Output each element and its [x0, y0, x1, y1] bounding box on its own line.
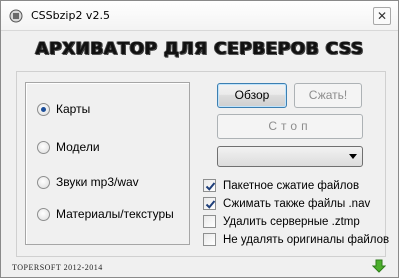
radio-models[interactable]: Модели — [37, 139, 100, 155]
checkbox-keep-originals[interactable]: Не удалять оригиналы файлов — [203, 232, 389, 247]
checkmark-icon — [205, 182, 216, 191]
radio-materials[interactable]: Материалы/текстуры — [37, 206, 174, 222]
title-bar[interactable]: CSSbzip2 v2.5 ✕ — [1, 1, 398, 31]
compress-button[interactable]: Сжать! — [294, 83, 362, 108]
checkbox-ztmp[interactable]: Удалить серверные .ztmp — [203, 214, 360, 229]
radio-button[interactable] — [37, 102, 50, 116]
chevron-down-icon[interactable] — [349, 154, 357, 159]
radio-button[interactable] — [37, 140, 50, 154]
radio-label: Материалы/текстуры — [56, 207, 174, 221]
radio-label: Модели — [56, 140, 100, 154]
banner-title: АРХИВАТОР ДЛЯ СЕРВЕРОВ CSS — [35, 39, 364, 59]
checkbox-label: Не удалять оригиналы файлов — [223, 233, 390, 246]
green-down-arrow-icon[interactable] — [372, 259, 386, 273]
browse-button[interactable]: Обзор — [217, 83, 287, 108]
checkbox-label: Пакетное сжатие файлов — [223, 179, 360, 192]
radio-sounds[interactable]: Звуки mp3/wav — [37, 174, 139, 190]
radio-button[interactable] — [37, 175, 50, 189]
server-select[interactable] — [217, 146, 363, 167]
radio-button[interactable] — [37, 207, 50, 221]
radio-label: Звуки mp3/wav — [56, 175, 139, 189]
checkbox-nav[interactable]: Сжимать также файлы .nav — [203, 196, 370, 211]
checkbox[interactable] — [203, 179, 216, 192]
radio-label: Карты — [56, 102, 91, 116]
checkmark-icon — [205, 200, 216, 209]
checkbox[interactable] — [203, 215, 216, 228]
checkbox[interactable] — [203, 197, 216, 210]
app-window: CSSbzip2 v2.5 ✕ АРХИВАТОР ДЛЯ СЕРВЕРОВ C… — [0, 0, 399, 278]
window-title: CSSbzip2 v2.5 — [31, 9, 110, 22]
copyright-text: TOPERSOFT 2012-2014 — [12, 263, 103, 272]
checkbox-label: Сжимать также файлы .nav — [223, 197, 371, 210]
banner: АРХИВАТОР ДЛЯ СЕРВЕРОВ CSS — [1, 35, 398, 63]
stop-button[interactable]: Стоп — [217, 114, 363, 139]
checkbox-batch[interactable]: Пакетное сжатие файлов — [203, 178, 359, 193]
app-icon — [9, 9, 23, 23]
checkbox-label: Удалить серверные .ztmp — [223, 215, 360, 228]
radio-maps[interactable]: Карты — [37, 101, 90, 117]
close-button[interactable]: ✕ — [373, 7, 391, 25]
checkbox[interactable] — [203, 233, 216, 246]
close-icon: ✕ — [376, 9, 388, 23]
